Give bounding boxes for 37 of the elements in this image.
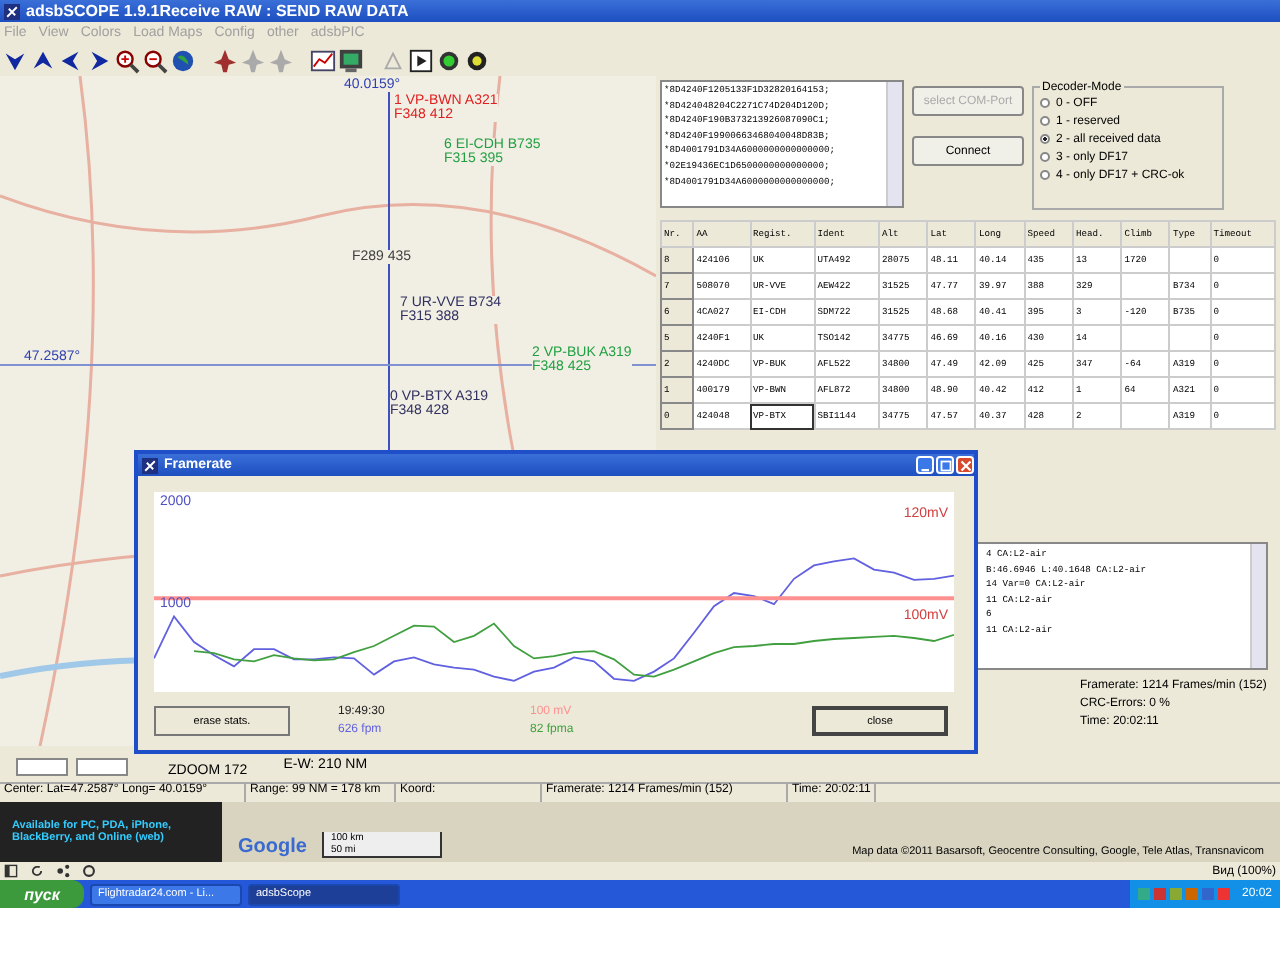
raw-data-box[interactable] <box>660 80 904 208</box>
input-field[interactable] <box>76 758 128 776</box>
radio-button[interactable] <box>1040 152 1050 162</box>
zoom-in-icon[interactable] <box>114 47 140 73</box>
scrollbar[interactable] <box>886 82 902 206</box>
app-icon <box>142 457 158 473</box>
maximize-icon <box>939 459 951 471</box>
radio-button[interactable] <box>1040 134 1050 144</box>
radio-button[interactable] <box>1040 170 1050 180</box>
circle-icon[interactable] <box>464 47 490 73</box>
globe-icon[interactable] <box>170 47 196 73</box>
zoom-out-icon[interactable] <box>142 47 168 73</box>
refresh-icon[interactable] <box>30 864 44 878</box>
input-field[interactable] <box>16 758 68 776</box>
window-title: adsbSCOPE 1.9.1Receive RAW : SEND RAW DATA <box>26 2 409 20</box>
table-cell <box>1121 325 1170 351</box>
network-icon[interactable] <box>56 864 70 878</box>
table-cell <box>1121 403 1170 429</box>
table-cell <box>1121 273 1170 299</box>
chart-icon[interactable] <box>310 47 336 73</box>
circle-icon[interactable] <box>436 47 462 73</box>
close-button[interactable] <box>956 456 974 474</box>
table-cell <box>1169 247 1211 273</box>
maximize-button[interactable] <box>936 456 954 474</box>
panel-icon[interactable] <box>4 864 18 878</box>
app-icon <box>4 3 20 19</box>
close-icon <box>959 459 971 471</box>
map-logo: Google <box>238 836 307 858</box>
scrollbar[interactable] <box>1250 544 1266 668</box>
table-cell <box>1169 325 1211 351</box>
monitor-icon[interactable] <box>338 47 364 73</box>
play-icon[interactable] <box>408 47 434 73</box>
radio-button[interactable] <box>1040 98 1050 108</box>
minimize-button[interactable] <box>916 456 934 474</box>
settings-icon[interactable] <box>82 864 96 878</box>
radio-button[interactable] <box>1040 116 1050 126</box>
start-button[interactable]: пуск <box>0 880 84 908</box>
